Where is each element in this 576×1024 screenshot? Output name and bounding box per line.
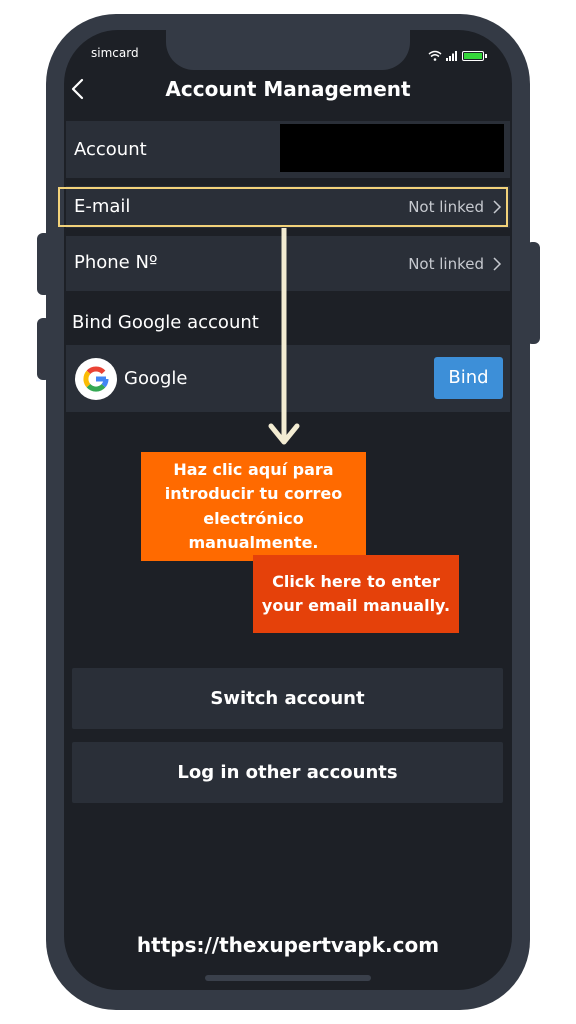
callout-spanish: Haz clic aquí para introducir tu correo …: [141, 452, 366, 561]
account-redaction: [280, 124, 504, 172]
callout-spanish-text: Haz clic aquí para introducir tu correo …: [164, 459, 343, 553]
switch-account-button[interactable]: Switch account: [72, 668, 503, 729]
email-status: Not linked: [408, 198, 484, 216]
google-logo-icon: [75, 358, 117, 400]
back-chevron-icon[interactable]: [64, 74, 90, 104]
battery-icon: [462, 50, 487, 61]
phone-notch: [166, 14, 410, 70]
phone-status: Not linked: [408, 255, 484, 273]
annotation-arrow-icon: [268, 228, 300, 445]
callout-english: Click here to enter your email manually.: [253, 555, 459, 633]
log-in-other-accounts-button[interactable]: Log in other accounts: [72, 742, 503, 803]
chevron-right-icon: [493, 200, 502, 214]
home-indicator[interactable]: [205, 975, 371, 981]
callout-english-text: Click here to enter your email manually.: [261, 571, 451, 616]
phone-label: Phone Nº: [74, 252, 158, 273]
signal-icon: [446, 46, 458, 65]
chevron-right-icon: [493, 257, 502, 271]
google-provider-label: Google: [124, 368, 188, 389]
email-row[interactable]: E-mail Not linked: [66, 186, 510, 228]
carrier-name: simcard: [91, 46, 139, 60]
bind-google-title: Bind Google account: [72, 312, 259, 333]
account-label: Account: [74, 139, 147, 160]
bind-google-button[interactable]: Bind: [434, 357, 503, 399]
website-url: https://thexupertvapk.com: [136, 933, 440, 957]
wifi-icon: [428, 46, 442, 65]
status-icons: [428, 46, 487, 65]
email-label: E-mail: [74, 196, 131, 217]
page: simcard Account Management Account E-mai…: [0, 0, 576, 1024]
page-title: Account Management: [165, 77, 411, 101]
